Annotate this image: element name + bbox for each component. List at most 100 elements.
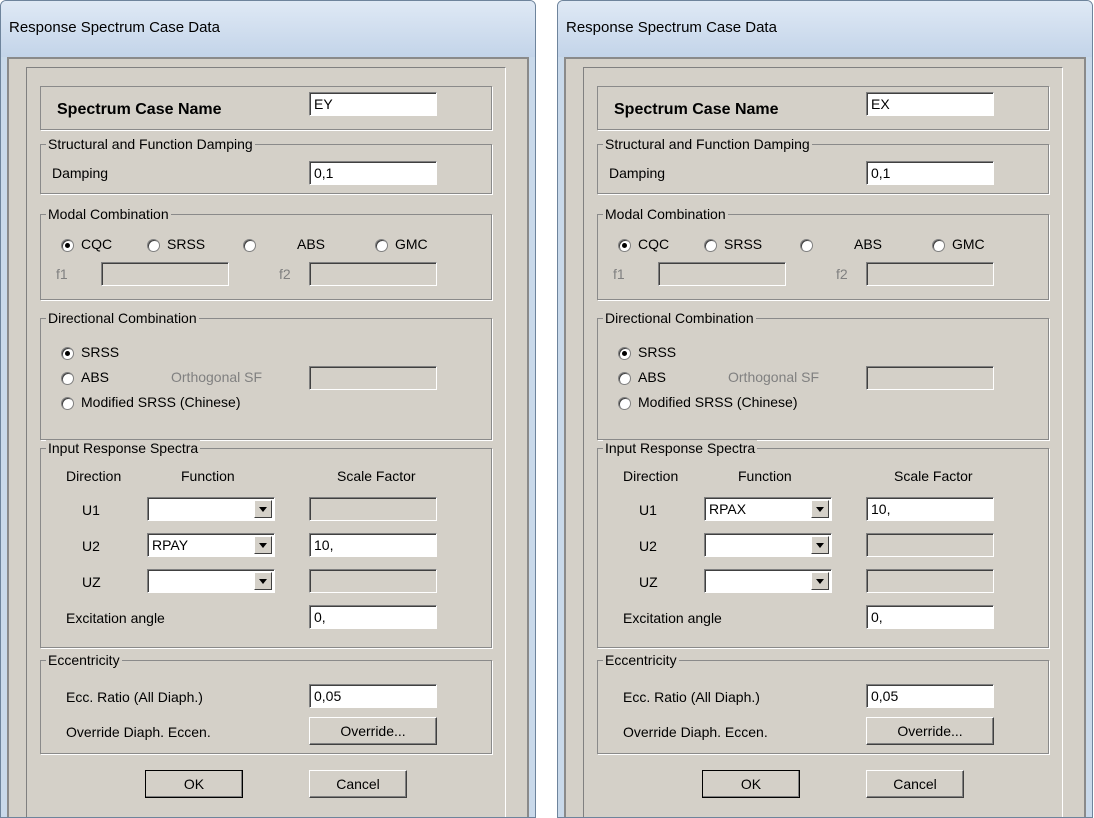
modal-gmc-label[interactable]: GMC — [395, 236, 428, 252]
chevron-down-icon[interactable] — [811, 572, 829, 590]
dir-abs-label[interactable]: ABS — [81, 369, 109, 385]
response-spectrum-dialog-ex: Response Spectrum Case Data Spectrum Cas… — [557, 0, 1093, 818]
cancel-button[interactable]: Cancel — [866, 770, 964, 798]
chevron-down-icon[interactable] — [811, 536, 829, 554]
chevron-down-icon[interactable] — [254, 500, 272, 518]
modal-combination-group: Modal Combination CQC SRSS ABS GMC f1 f2 — [40, 206, 492, 300]
modal-cqc-radio[interactable] — [61, 239, 74, 252]
direction-uz-label: UZ — [639, 574, 658, 590]
eccentricity-group: Eccentricity Ecc. Ratio (All Diaph.) 0,0… — [597, 652, 1049, 754]
scale-factor-header: Scale Factor — [337, 468, 416, 484]
f2-label: f2 — [836, 266, 848, 282]
override-button[interactable]: Override... — [309, 717, 437, 745]
eccentricity-group: Eccentricity Ecc. Ratio (All Diaph.) 0,0… — [40, 652, 492, 754]
modal-srss-radio[interactable] — [704, 239, 717, 252]
dir-modified-srss-radio[interactable] — [61, 397, 74, 410]
dialog-frame: Spectrum Case Name EY Structural and Fun… — [7, 57, 529, 817]
damping-label: Damping — [52, 165, 109, 181]
cancel-button[interactable]: Cancel — [309, 770, 407, 798]
modal-abs-label[interactable]: ABS — [854, 236, 882, 252]
f2-label: f2 — [279, 266, 291, 282]
function-u1-dropdown[interactable]: RPAX — [704, 497, 832, 521]
ecc-ratio-input[interactable]: 0,05 — [309, 684, 437, 708]
scale-u2-input[interactable]: 10, — [309, 533, 437, 557]
damping-group: Structural and Function Damping Damping … — [40, 136, 492, 194]
dir-abs-radio[interactable] — [61, 372, 74, 385]
scale-uz-input[interactable] — [309, 569, 437, 593]
function-u2-dropdown[interactable] — [704, 533, 832, 557]
function-header: Function — [181, 468, 235, 484]
scale-uz-input[interactable] — [866, 569, 994, 593]
dialog-frame: Spectrum Case Name EX Structural and Fun… — [564, 57, 1086, 817]
dir-modified-srss-label[interactable]: Modified SRSS (Chinese) — [81, 394, 241, 410]
dir-modified-srss-label[interactable]: Modified SRSS (Chinese) — [638, 394, 798, 410]
spectrum-case-name-box: Spectrum Case Name EY — [40, 86, 492, 130]
function-uz-dropdown[interactable] — [147, 569, 275, 593]
modal-gmc-label[interactable]: GMC — [952, 236, 985, 252]
dir-srss-radio[interactable] — [618, 347, 631, 360]
scale-u1-input[interactable] — [309, 497, 437, 521]
damping-input[interactable]: 0,1 — [866, 161, 994, 185]
modal-abs-radio[interactable] — [243, 239, 256, 252]
dir-modified-srss-radio[interactable] — [618, 397, 631, 410]
ok-button[interactable]: OK — [145, 770, 243, 798]
function-u1-dropdown[interactable] — [147, 497, 275, 521]
modal-cqc-label[interactable]: CQC — [81, 236, 112, 252]
excitation-angle-input[interactable]: 0, — [309, 605, 437, 629]
modal-cqc-label[interactable]: CQC — [638, 236, 669, 252]
ecc-ratio-input[interactable]: 0,05 — [866, 684, 994, 708]
window-title: Response Spectrum Case Data — [1, 1, 535, 57]
excitation-angle-input[interactable]: 0, — [866, 605, 994, 629]
modal-srss-label[interactable]: SRSS — [724, 236, 762, 252]
dir-abs-label[interactable]: ABS — [638, 369, 666, 385]
scale-u2-input[interactable] — [866, 533, 994, 557]
dir-srss-label[interactable]: SRSS — [638, 344, 676, 360]
directional-combination-legend: Directional Combination — [603, 310, 756, 326]
f2-input — [309, 262, 437, 286]
chevron-down-icon[interactable] — [254, 536, 272, 554]
damping-label: Damping — [609, 165, 666, 181]
orthogonal-sf-input — [866, 366, 994, 390]
chevron-down-icon[interactable] — [811, 500, 829, 518]
damping-group: Structural and Function Damping Damping … — [597, 136, 1049, 194]
damping-group-legend: Structural and Function Damping — [46, 136, 255, 152]
direction-header: Direction — [66, 468, 122, 484]
function-u1-value: RPAX — [709, 501, 747, 517]
scale-u1-input[interactable]: 10, — [866, 497, 994, 521]
override-diaph-label: Override Diaph. Eccen. — [66, 724, 211, 740]
spectrum-case-name-label: Spectrum Case Name — [614, 101, 779, 118]
direction-u2-label: U2 — [82, 538, 100, 554]
modal-srss-label[interactable]: SRSS — [167, 236, 205, 252]
response-spectrum-dialog-ey: Response Spectrum Case Data Spectrum Cas… — [0, 0, 536, 818]
dir-srss-label[interactable]: SRSS — [81, 344, 119, 360]
dir-abs-radio[interactable] — [618, 372, 631, 385]
input-response-spectra-group: Input Response Spectra Direction Functio… — [597, 440, 1049, 648]
damping-input[interactable]: 0,1 — [309, 161, 437, 185]
excitation-angle-label: Excitation angle — [66, 610, 165, 626]
spectrum-case-name-box: Spectrum Case Name EX — [597, 86, 1049, 130]
modal-combination-legend: Modal Combination — [46, 206, 171, 222]
spectrum-case-name-label: Spectrum Case Name — [57, 101, 222, 118]
modal-srss-radio[interactable] — [147, 239, 160, 252]
modal-abs-radio[interactable] — [800, 239, 813, 252]
modal-gmc-radio[interactable] — [375, 239, 388, 252]
dir-srss-radio[interactable] — [61, 347, 74, 360]
f1-label: f1 — [613, 266, 625, 282]
function-u2-dropdown[interactable]: RPAY — [147, 533, 275, 557]
modal-cqc-radio[interactable] — [618, 239, 631, 252]
modal-gmc-radio[interactable] — [932, 239, 945, 252]
modal-abs-label[interactable]: ABS — [297, 236, 325, 252]
input-response-spectra-group: Input Response Spectra Direction Functio… — [40, 440, 492, 648]
spectrum-case-name-input[interactable]: EY — [309, 92, 437, 116]
modal-combination-legend: Modal Combination — [603, 206, 728, 222]
chevron-down-icon[interactable] — [254, 572, 272, 590]
ok-button[interactable]: OK — [702, 770, 800, 798]
f1-input — [101, 262, 229, 286]
function-uz-dropdown[interactable] — [704, 569, 832, 593]
spectrum-case-name-input[interactable]: EX — [866, 92, 994, 116]
override-button[interactable]: Override... — [866, 717, 994, 745]
modal-combination-group: Modal Combination CQC SRSS ABS GMC f1 f2 — [597, 206, 1049, 300]
scale-factor-header: Scale Factor — [894, 468, 973, 484]
orthogonal-sf-label: Orthogonal SF — [171, 369, 263, 385]
dialog-panel: Spectrum Case Name EY Structural and Fun… — [26, 67, 506, 817]
